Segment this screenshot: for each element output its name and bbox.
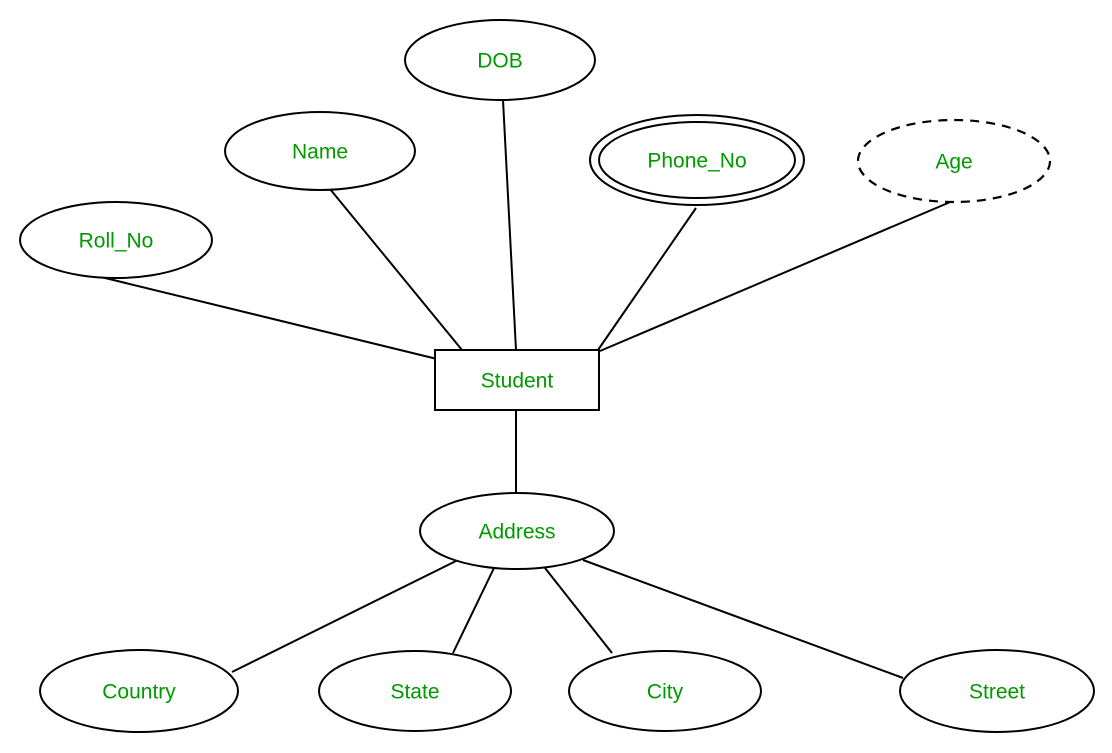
node-state[interactable]: State xyxy=(318,650,512,732)
er-diagram-svg: Student Roll_No Name DOB Phone_No Age Address C… xyxy=(19,19,1095,733)
edge-address-city xyxy=(544,567,613,654)
node-name[interactable]: Name xyxy=(224,111,416,191)
edge-age-student xyxy=(599,199,956,352)
edge-phoneno-student xyxy=(597,207,697,351)
node-age[interactable]: Age xyxy=(856,118,1052,204)
node-dob[interactable]: DOB xyxy=(404,19,596,101)
age-label: Age xyxy=(935,151,972,174)
roll_no-label: Roll_No xyxy=(79,230,154,253)
edge-rollno-student xyxy=(100,276,438,360)
city-label: City xyxy=(647,681,684,704)
node-address[interactable]: Address xyxy=(419,492,615,570)
edge-dob-student xyxy=(502,99,517,351)
address-label: Address xyxy=(478,521,555,544)
node-street[interactable]: Street xyxy=(899,649,1095,733)
node-phone_no[interactable]: Phone_No xyxy=(589,114,805,206)
country-label: Country xyxy=(102,681,176,704)
state-label: State xyxy=(390,681,439,704)
name-label: Name xyxy=(292,141,348,164)
node-roll_no[interactable]: Roll_No xyxy=(19,201,213,279)
node-student[interactable]: Student xyxy=(434,349,600,411)
student-label: Student xyxy=(481,370,554,393)
edge-name-student xyxy=(329,188,463,351)
phone_no-label: Phone_No xyxy=(647,150,746,173)
node-city[interactable]: City xyxy=(568,650,762,732)
dob-label: DOB xyxy=(477,50,523,73)
er-diagram-canvas: Student Roll_No Name DOB Phone_No Age Address C… xyxy=(0,0,1112,753)
edge-address-state xyxy=(452,567,495,654)
node-country[interactable]: Country xyxy=(39,649,239,733)
nodes-layer: Student Roll_No Name DOB Phone_No Age Address C… xyxy=(19,19,1095,733)
street-label: Street xyxy=(969,681,1025,704)
